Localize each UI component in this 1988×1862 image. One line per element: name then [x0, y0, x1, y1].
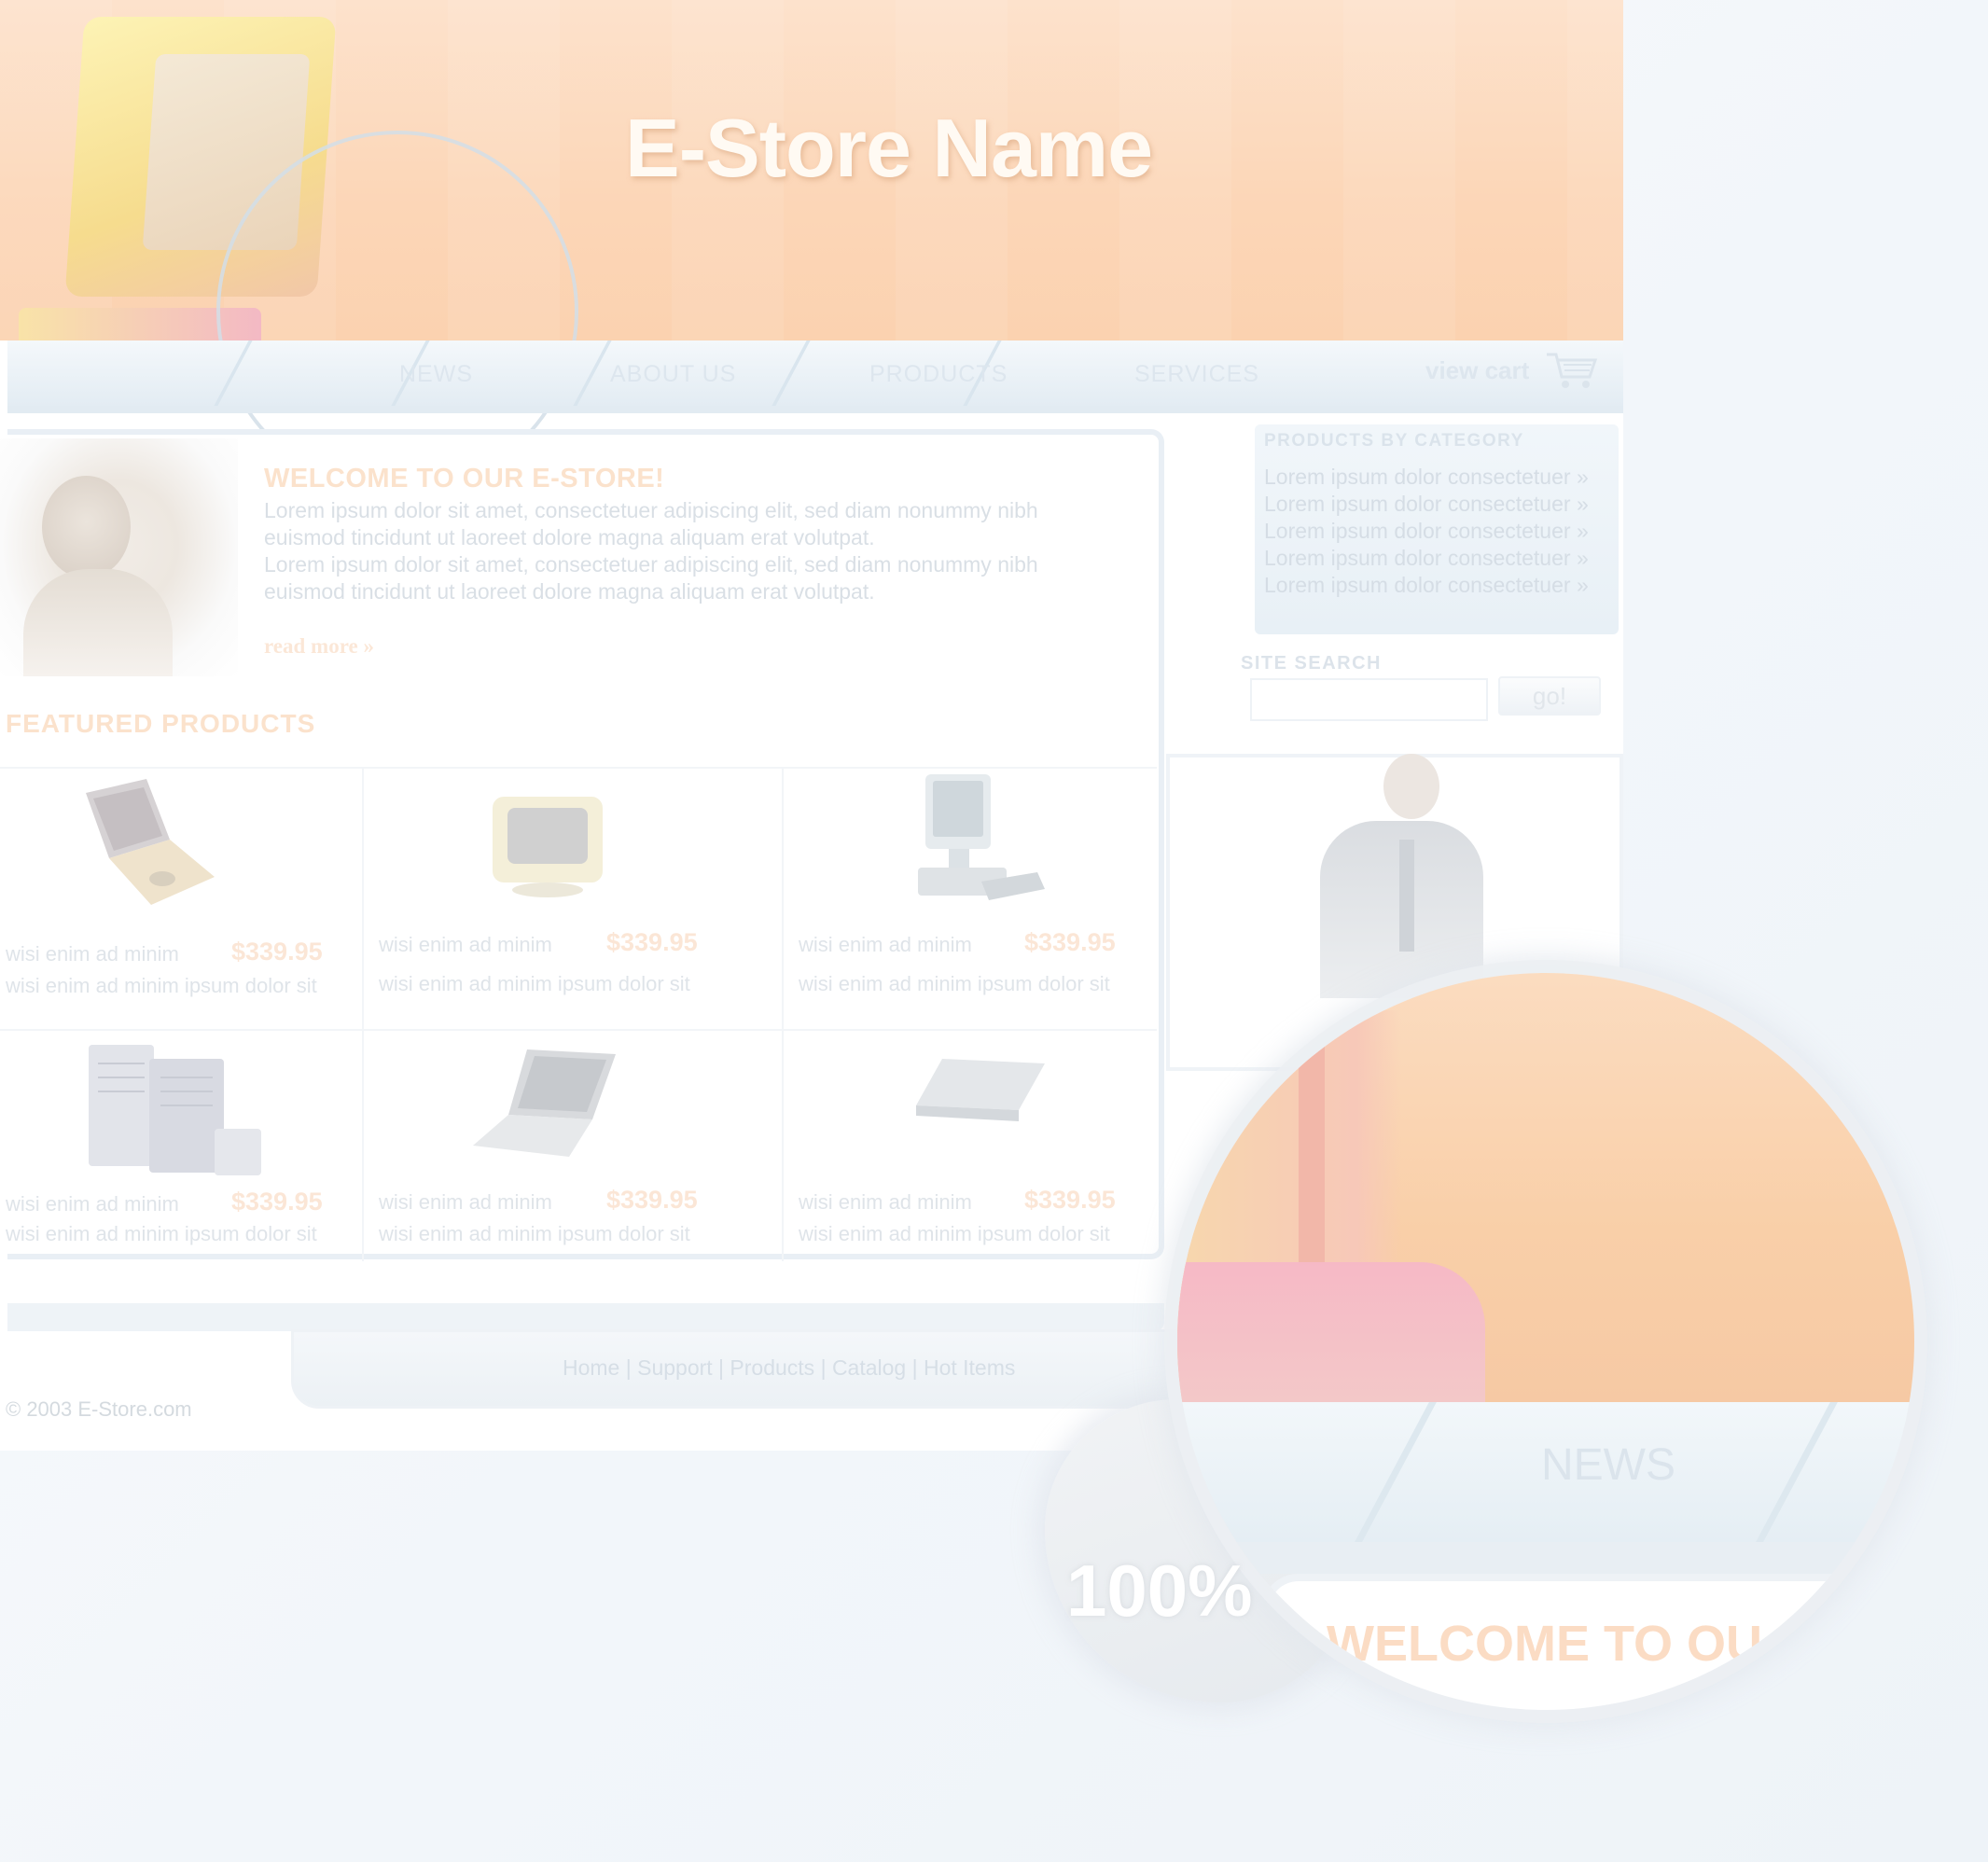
- view-cart-link[interactable]: view cart: [1425, 356, 1529, 385]
- desktop-computer-icon: [918, 774, 1045, 900]
- businessman-photo-tie: [1399, 840, 1414, 952]
- nav-separator: [573, 340, 612, 406]
- nav-item-about-us[interactable]: ABOUT US: [610, 361, 736, 388]
- product-description: wisi enim ad minim ipsum dolor sit: [799, 1222, 1110, 1245]
- product-name: wisi enim ad minim: [379, 933, 552, 956]
- lens-nav-item-news: NEWS: [1541, 1440, 1675, 1490]
- product-price: $339.95: [606, 1186, 698, 1214]
- welcome-text-line: Lorem ipsum dolor sit amet, consectetuer…: [264, 498, 1038, 522]
- product-description: wisi enim ad minim ipsum dolor sit: [379, 972, 690, 995]
- welcome-photo-woman: [0, 438, 238, 676]
- nav-item-products[interactable]: PRODUCTS: [869, 361, 1008, 388]
- disk-drive-icon: [916, 1059, 1045, 1121]
- category-link[interactable]: Lorem ipsum dolor consectetuer »: [1264, 573, 1589, 598]
- grid-divider: [0, 767, 1157, 769]
- product-name: wisi enim ad minim: [799, 933, 972, 956]
- product-description: wisi enim ad minim ipsum dolor sit: [799, 972, 1110, 995]
- site-search-label: SITE SEARCH: [1241, 653, 1382, 674]
- footer-links[interactable]: Home | Support | Products | Catalog | Ho…: [563, 1355, 1015, 1381]
- category-link[interactable]: Lorem ipsum dolor consectetuer »: [1264, 546, 1589, 571]
- woman-head: [42, 476, 131, 578]
- product-price: $339.95: [231, 938, 323, 966]
- woman-body: [23, 569, 173, 676]
- magnifier-lens: NEWS WELCOME TO OU: [1177, 973, 1914, 1710]
- nav-item-services[interactable]: SERVICES: [1134, 361, 1259, 388]
- product-description: wisi enim ad minim ipsum dolor sit: [6, 1222, 317, 1245]
- store-name-title: E-Store Name: [625, 102, 1153, 194]
- screenshot-stage: E-Store Name NEWS ABOUT US PRODUCTS SERV…: [0, 0, 1988, 1862]
- main-nav: NEWS ABOUT US PRODUCTS SERVICES view car…: [7, 340, 1623, 413]
- welcome-text-line: euismod tincidunt ut laoreet dolore magn…: [264, 525, 875, 549]
- product-name: wisi enim ad minim: [6, 1192, 179, 1216]
- product-name: wisi enim ad minim: [379, 1190, 552, 1214]
- lens-monitor-stand-zoom: [1177, 1262, 1485, 1402]
- product-price: $339.95: [1024, 928, 1116, 956]
- category-link[interactable]: Lorem ipsum dolor consectetuer »: [1264, 519, 1589, 544]
- welcome-text-line: Lorem ipsum dolor sit amet, consectetuer…: [264, 552, 1038, 577]
- welcome-heading: WELCOME TO OUR E-STORE!: [264, 464, 665, 493]
- server-tower-icon: [89, 1045, 261, 1175]
- businessman-photo-head: [1383, 754, 1439, 819]
- nav-separator: [214, 340, 253, 406]
- laptop-icon: [473, 1049, 616, 1157]
- read-more-link[interactable]: read more »: [264, 634, 374, 659]
- crt-monitor-icon: [493, 797, 603, 897]
- copyright-text: © 2003 E-Store.com: [6, 1397, 192, 1421]
- nav-item-news[interactable]: NEWS: [399, 361, 473, 388]
- site-search-input[interactable]: [1250, 678, 1488, 721]
- category-heading: PRODUCTS BY CATEGORY: [1264, 431, 1524, 451]
- welcome-text-line: euismod tincidunt ut laoreet dolore magn…: [264, 579, 875, 604]
- grid-divider: [362, 767, 364, 1261]
- product-price: $339.95: [1024, 1186, 1116, 1214]
- laptop-open-icon: [86, 779, 215, 905]
- lens-welcome-heading: WELCOME TO OU: [1327, 1616, 1762, 1672]
- product-description: wisi enim ad minim ipsum dolor sit: [379, 1222, 690, 1245]
- featured-products-heading: FEATURED PRODUCTS: [6, 709, 316, 738]
- search-go-button[interactable]: go!: [1498, 676, 1601, 716]
- product-name: wisi enim ad minim: [6, 942, 179, 966]
- grid-divider: [782, 767, 784, 1261]
- content-footer-bar: [7, 1303, 1164, 1331]
- nav-separator: [772, 340, 811, 406]
- grid-divider: [0, 1029, 1157, 1031]
- product-description: wisi enim ad minim ipsum dolor sit: [6, 974, 317, 997]
- product-name: wisi enim ad minim: [799, 1190, 972, 1214]
- category-link[interactable]: Lorem ipsum dolor consectetuer »: [1264, 492, 1589, 517]
- category-link[interactable]: Lorem ipsum dolor consectetuer »: [1264, 465, 1589, 490]
- shopping-cart-icon[interactable]: [1545, 351, 1597, 390]
- product-price: $339.95: [606, 928, 698, 956]
- lens-nav-bottom-bar: [1177, 1542, 1914, 1574]
- product-price: $339.95: [231, 1188, 323, 1216]
